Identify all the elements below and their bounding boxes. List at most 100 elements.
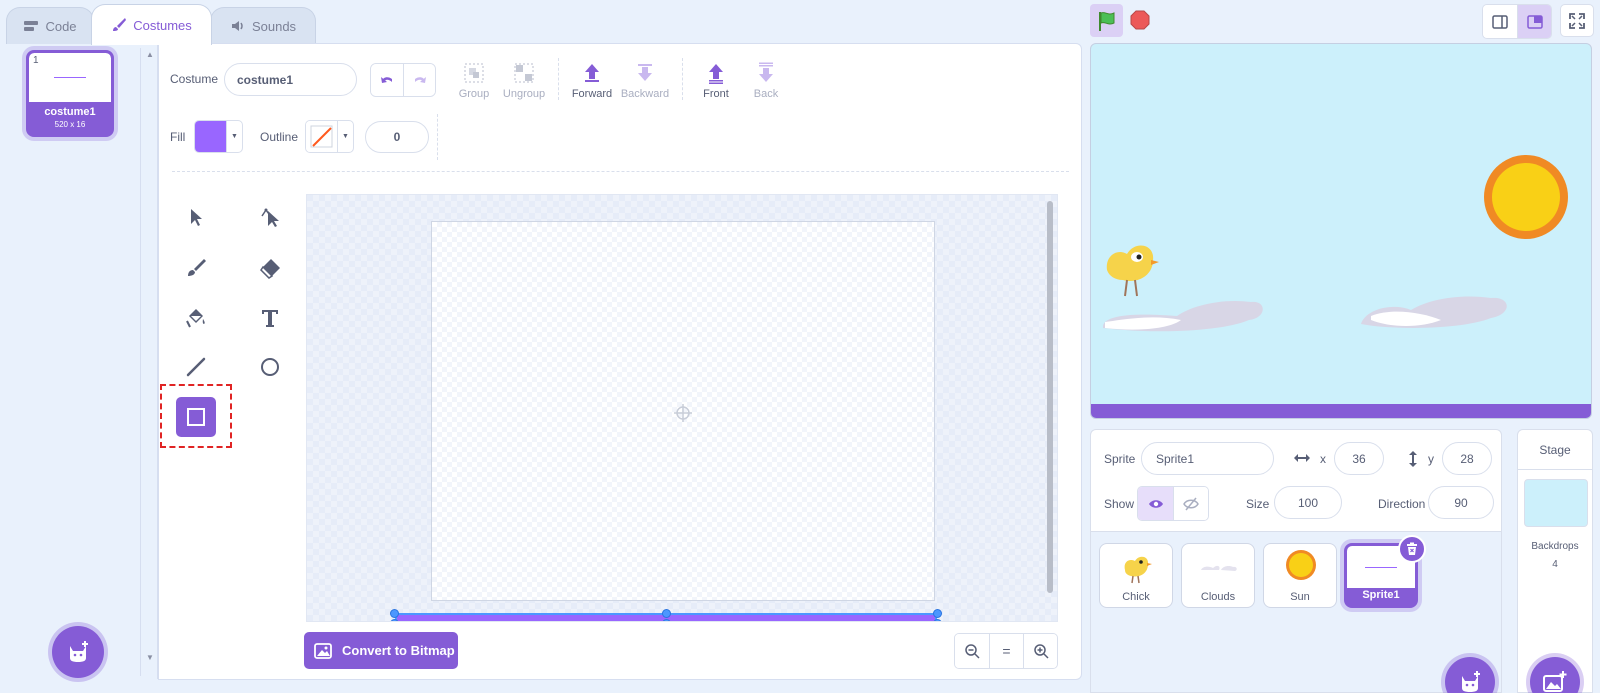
toolbar-divider <box>172 171 1069 172</box>
sprite-tile-clouds[interactable]: Clouds <box>1181 543 1255 608</box>
delete-sprite-button[interactable] <box>1398 535 1426 563</box>
stage[interactable] <box>1090 43 1592 419</box>
show-sprite-button[interactable] <box>1138 487 1173 520</box>
clouds-thumbnail <box>1201 565 1237 571</box>
text-tool[interactable] <box>250 298 290 338</box>
resize-handle[interactable] <box>933 619 942 621</box>
line-tool[interactable] <box>176 347 216 387</box>
dropdown-caret-icon: ▼ <box>337 121 353 152</box>
ungroup-label: Ungroup <box>502 88 546 100</box>
stage-target-panel[interactable]: Stage Backdrops 4 <box>1517 429 1593 693</box>
cloud-sprite[interactable] <box>1103 296 1507 332</box>
x-position-input[interactable]: 36 <box>1334 442 1384 475</box>
tab-sounds[interactable]: Sounds <box>210 7 316 44</box>
small-stage-button[interactable] <box>1483 5 1517 38</box>
resize-handle[interactable] <box>662 619 671 621</box>
convert-to-bitmap-button[interactable]: Convert to Bitmap <box>304 632 458 669</box>
forward-label: Forward <box>571 88 613 100</box>
zoom-reset-button[interactable]: = <box>989 634 1023 668</box>
brush-icon <box>113 18 127 31</box>
toolbar-divider <box>682 58 683 100</box>
size-input[interactable]: 100 <box>1274 486 1342 519</box>
sprite-name-input[interactable]: Sprite1 <box>1141 442 1274 475</box>
large-stage-button[interactable] <box>1517 5 1551 38</box>
undo-icon <box>381 77 392 83</box>
reshape-icon <box>261 208 279 227</box>
sprite1-thumbnail-line <box>1365 567 1397 568</box>
back-label: Back <box>753 88 779 100</box>
fill-color-picker[interactable]: ▼ <box>194 120 243 153</box>
scroll-up-icon[interactable]: ▲ <box>146 50 154 59</box>
costume-number: 1 <box>33 55 39 66</box>
eye-hidden-icon <box>1183 497 1199 510</box>
resize-handle[interactable] <box>662 609 671 618</box>
fill-icon <box>186 309 205 328</box>
circle-tool[interactable] <box>250 347 290 387</box>
back-icon <box>759 62 773 82</box>
stage-thumbnail[interactable] <box>1524 479 1588 527</box>
sun-sprite[interactable] <box>1484 155 1568 239</box>
costume-list <box>0 44 158 679</box>
zoom-out-button[interactable] <box>955 634 989 668</box>
direction-input[interactable]: 90 <box>1428 486 1494 519</box>
undo-button[interactable] <box>371 64 403 96</box>
stop-button[interactable] <box>1130 10 1150 30</box>
no-color-icon <box>310 125 333 148</box>
back-button[interactable]: Back <box>736 62 796 100</box>
tab-costumes-label: Costumes <box>133 17 192 33</box>
paint-canvas[interactable] <box>306 194 1058 622</box>
show-label: Show <box>1104 497 1135 511</box>
costume-thumbnail: 1 <box>29 53 111 102</box>
direction-label: Direction <box>1378 497 1426 511</box>
chick-sprite[interactable] <box>1106 245 1159 297</box>
eraser-tool[interactable] <box>250 248 290 288</box>
zoom-out-icon <box>965 644 980 659</box>
costume-label: Costume <box>170 72 219 86</box>
backward-icon <box>638 64 652 81</box>
resize-handle[interactable] <box>933 609 942 618</box>
costume-thumbnail-line <box>54 77 86 78</box>
canvas-scrollbar[interactable] <box>1047 201 1053 593</box>
tab-costumes[interactable]: Costumes <box>91 4 212 45</box>
choose-costume-button[interactable] <box>52 626 104 678</box>
sprite-name: Chick <box>1122 591 1150 603</box>
costume-list-scrollbar[interactable]: ▲ ▼ <box>140 48 158 676</box>
outline-swatch <box>306 121 337 152</box>
resize-handle[interactable] <box>390 619 399 621</box>
tab-code[interactable]: Code <box>6 7 94 44</box>
brush-tool[interactable] <box>176 248 216 288</box>
redo-button[interactable] <box>403 64 435 96</box>
hide-sprite-button[interactable] <box>1173 487 1208 520</box>
dropdown-caret-icon: ▼ <box>226 121 242 152</box>
sprite-tile-chick[interactable]: Chick <box>1099 543 1173 608</box>
forward-button[interactable]: Forward <box>562 62 622 100</box>
select-tool[interactable] <box>176 197 216 237</box>
fullscreen-button[interactable] <box>1560 4 1594 37</box>
front-label: Front <box>703 88 729 100</box>
outline-color-picker[interactable]: ▼ <box>305 120 354 153</box>
outline-width-input[interactable]: 0 <box>365 121 429 153</box>
convert-label: Convert to Bitmap <box>342 643 455 658</box>
green-flag-button[interactable] <box>1090 4 1123 37</box>
sprite-tile-sun[interactable]: Sun <box>1263 543 1337 608</box>
zoom-reset-label: = <box>1002 643 1011 659</box>
costume-paper[interactable] <box>431 221 935 601</box>
ungroup-button[interactable]: Ungroup <box>494 62 554 100</box>
scroll-down-icon[interactable]: ▼ <box>146 653 154 662</box>
cat-plus-icon <box>70 641 88 662</box>
forward-icon <box>585 64 599 82</box>
zoom-in-button[interactable] <box>1023 634 1057 668</box>
resize-handle[interactable] <box>390 609 399 618</box>
y-position-input[interactable]: 28 <box>1442 442 1492 475</box>
visibility-toggle <box>1137 486 1209 521</box>
brush-icon <box>188 259 206 276</box>
eraser-icon <box>260 259 280 279</box>
backdrops-count: 4 <box>1552 559 1558 570</box>
backward-button[interactable]: Backward <box>615 62 675 100</box>
costume-tile[interactable]: 1 costume1 520 x 16 <box>26 50 114 137</box>
ungroup-icon <box>514 63 534 83</box>
fill-tool[interactable] <box>176 298 216 338</box>
reshape-tool[interactable] <box>250 197 290 237</box>
costume-name-input[interactable]: costume1 <box>224 63 357 96</box>
image-icon <box>314 642 332 659</box>
